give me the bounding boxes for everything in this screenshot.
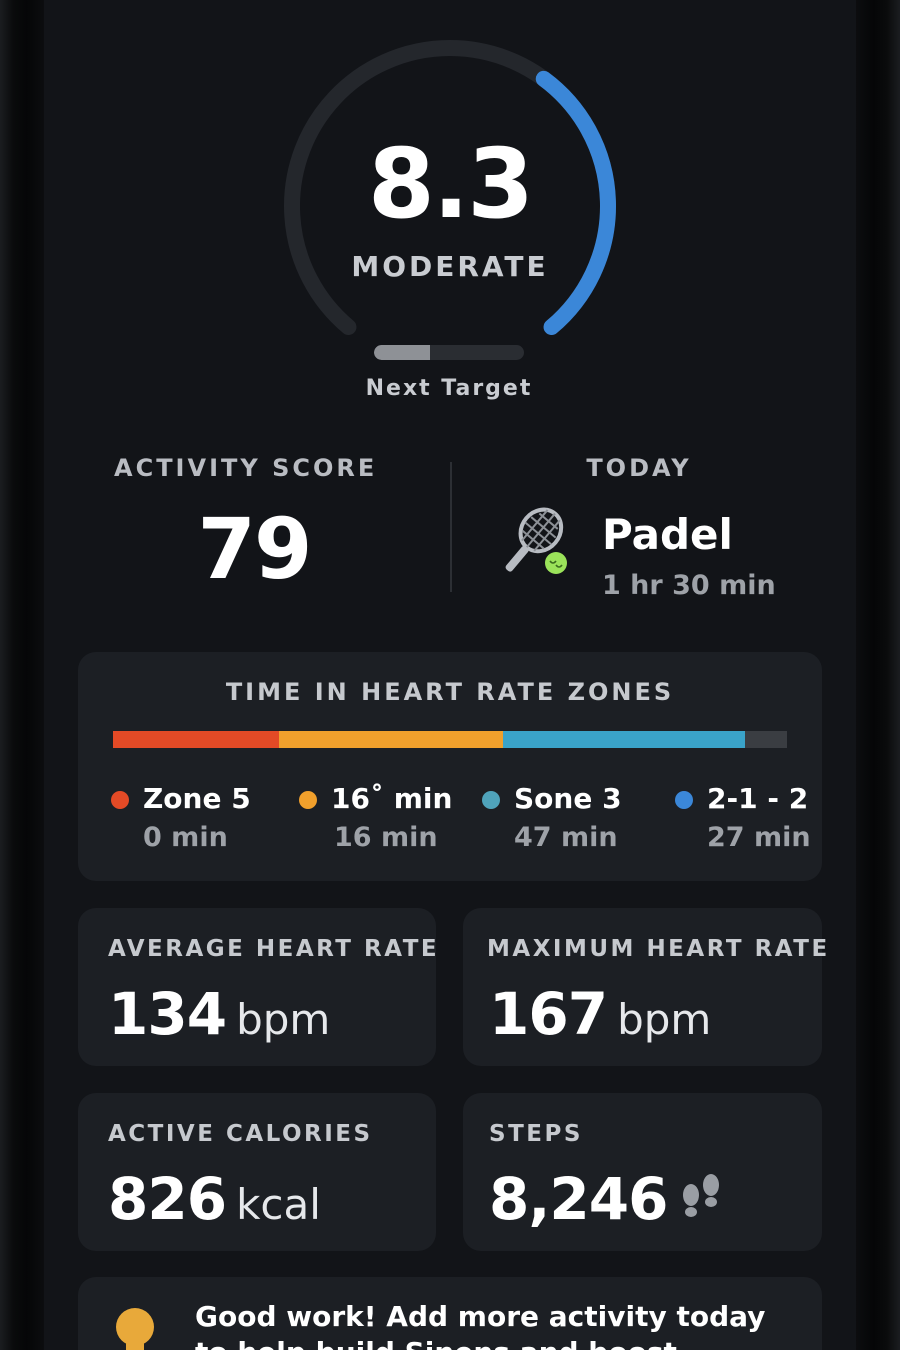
zone-color-dot [299,791,317,809]
metric-title: AVERAGE HEART RATE [108,936,440,962]
metric-title: MAXIMUM HEART RATE [487,936,830,962]
lightbulb-icon [116,1308,154,1350]
metric-unit: bpm [236,995,331,1044]
metric-value: 826 kcal [108,1165,321,1233]
active-calories-card[interactable]: ACTIVE CALORIES 826 kcal [78,1093,436,1251]
intensity-ring[interactable]: 8.3 MODERATE [280,36,620,376]
zone-bar-segment [502,731,745,748]
phone-bezel-right [856,0,900,1350]
phone-frame: 8.3 MODERATE Next Target ACTIVITY SCORE … [0,0,900,1350]
active-calories-value: 826 [108,1165,227,1233]
zone-color-dot [675,791,693,809]
activity-summary-screen: 8.3 MODERATE Next Target ACTIVITY SCORE … [44,0,856,1350]
phone-bezel-left [0,0,44,1350]
next-target-label[interactable]: Next Target [324,376,574,401]
zone-name: Sone 3 [514,782,622,815]
next-target-progress-fill [374,345,430,360]
zone-name: 2-1 - 2 [707,782,809,815]
activity-score-value: 79 [197,500,313,598]
tip-text: Good work! Add more activity today to he… [195,1300,766,1350]
zone-bar-segment [744,731,787,748]
zones-title: TIME IN HEART RATE ZONES [225,678,675,706]
metric-value: 134 bpm [108,980,330,1048]
zone-bar-segment [279,731,503,748]
metric-unit: kcal [236,1180,321,1229]
zones-bar [113,731,787,748]
metric-title: STEPS [489,1121,583,1147]
metric-value: 8,246 [489,1165,668,1233]
zone-minutes: 16 min [334,822,438,853]
zone-color-dot [482,791,500,809]
intensity-label: MODERATE [351,250,549,283]
zone-color-dot [111,791,129,809]
zone-bar-segment [113,731,280,748]
padel-racket-icon [505,507,567,574]
steps-value: 8,246 [489,1165,668,1233]
average-heart-rate-card[interactable]: AVERAGE HEART RATE 134 bpm [78,908,440,1066]
zone-minutes: 27 min [707,822,811,853]
zone-name: 16˚ min [331,782,453,815]
footprints-icon [683,1174,719,1217]
today-title: TODAY [586,454,692,482]
divider [450,462,452,592]
intensity-value: 8.3 [367,128,534,240]
today-sport-duration: 1 hr 30 min [602,570,776,601]
today-sport-name: Padel [602,510,733,559]
metric-value: 167 bpm [489,980,711,1048]
metric-unit: bpm [617,995,712,1044]
metric-title: ACTIVE CALORIES [108,1121,373,1147]
average-heart-rate-value: 134 [108,980,227,1048]
activity-score-title: ACTIVITY SCORE [114,454,378,482]
zone-minutes: 47 min [514,822,618,853]
next-target-progress [374,345,524,360]
zone-name: Zone 5 [143,782,251,815]
heart-rate-zones-card[interactable]: TIME IN HEART RATE ZONES Zone 5 0 min 16… [78,652,822,881]
tip-card[interactable]: Good work! Add more activity today to he… [78,1277,822,1350]
maximum-heart-rate-value: 167 [489,980,608,1048]
zone-minutes: 0 min [143,822,228,853]
maximum-heart-rate-card[interactable]: MAXIMUM HEART RATE 167 bpm [463,908,827,1066]
steps-card[interactable]: STEPS 8,246 [463,1093,822,1251]
